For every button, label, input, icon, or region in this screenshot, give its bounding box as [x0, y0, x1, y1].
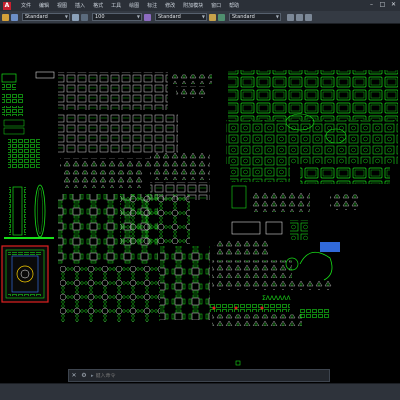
- table-style-value: Standard: [232, 14, 255, 20]
- handwritten-block-text: ΣΛΛΛΛΛΛ: [262, 295, 291, 302]
- menu-tools[interactable]: 工具: [107, 2, 125, 9]
- dim-style-value: Standard: [158, 14, 181, 20]
- dim-style-icon[interactable]: [72, 13, 79, 21]
- layer-icon[interactable]: [11, 13, 18, 21]
- text-style-value: Standard: [25, 14, 48, 20]
- tool-icon[interactable]: [305, 13, 312, 21]
- scale-icon[interactable]: [81, 13, 88, 21]
- block-legend-left: [1, 73, 40, 168]
- annotation-scale-dropdown[interactable]: 100 ▼: [92, 13, 142, 21]
- menu-format[interactable]: 格式: [89, 2, 107, 9]
- multileader-icon[interactable]: [218, 13, 225, 21]
- menu-bar: 文件 编辑 视图 插入 格式 工具 绘图 标注 修改 附加模块 窗口 帮助: [17, 2, 243, 9]
- close-icon[interactable]: ✕: [69, 372, 79, 379]
- furniture-library-middle: [35, 71, 212, 200]
- command-line: ✕ ⚙ ▸: [68, 369, 330, 382]
- conference-tables: [4, 184, 54, 239]
- misc-library-right: ΣΛΛΛΛΛΛ: [210, 220, 340, 326]
- dining-sets: [58, 194, 210, 322]
- annotation-scale-value: 100: [95, 14, 105, 20]
- dim-style-dropdown[interactable]: Standard ▼: [155, 13, 207, 21]
- menu-file[interactable]: 文件: [17, 2, 35, 9]
- close-icon[interactable]: ✕: [389, 1, 398, 9]
- title-bar: A 文件 编辑 视图 插入 格式 工具 绘图 标注 修改 附加模块 窗口 帮助 …: [0, 0, 400, 11]
- menu-dimension[interactable]: 标注: [143, 2, 161, 9]
- command-input[interactable]: [95, 372, 296, 379]
- table-style-dropdown[interactable]: Standard ▼: [229, 13, 281, 21]
- chevron-down-icon: ▼: [201, 14, 205, 19]
- tool-icon[interactable]: [296, 13, 303, 21]
- chevron-down-icon: ▼: [275, 14, 279, 19]
- menu-window[interactable]: 窗口: [207, 2, 225, 9]
- dim-icon[interactable]: [144, 13, 151, 21]
- menu-help[interactable]: 帮助: [225, 2, 243, 9]
- menu-view[interactable]: 视图: [53, 2, 71, 9]
- app-icon[interactable]: A: [3, 1, 11, 10]
- menu-modify[interactable]: 修改: [161, 2, 179, 9]
- text-style-icon[interactable]: [2, 13, 9, 21]
- properties-toolbar: Standard ▼ 100 ▼ Standard ▼ Standard ▼: [0, 11, 400, 24]
- room-plan: [1, 245, 49, 303]
- tool-icon[interactable]: [287, 13, 294, 21]
- furniture-library-right: [226, 70, 398, 212]
- cad-drawing: ΣΛΛΛΛΛΛ: [1, 70, 398, 366]
- menu-insert[interactable]: 插入: [71, 2, 89, 9]
- chevron-down-icon: ▼: [64, 14, 68, 19]
- menu-draw[interactable]: 绘图: [125, 2, 143, 9]
- ucs-icon: [235, 360, 241, 366]
- menu-edit[interactable]: 编辑: [35, 2, 53, 9]
- table-icon[interactable]: [209, 13, 216, 21]
- command-prompt: ▸: [91, 372, 94, 379]
- text-style-dropdown[interactable]: Standard ▼: [22, 13, 70, 21]
- chevron-down-icon: ▼: [136, 14, 140, 19]
- menu-addons[interactable]: 附加模块: [179, 2, 207, 9]
- window-controls: – □ ✕: [367, 1, 398, 9]
- minimize-icon[interactable]: –: [367, 1, 376, 9]
- maximize-icon[interactable]: □: [378, 1, 387, 9]
- drawing-canvas[interactable]: ΣΛΛΛΛΛΛ: [0, 24, 400, 369]
- status-bar: [0, 383, 400, 400]
- wrench-icon[interactable]: ⚙: [79, 372, 89, 379]
